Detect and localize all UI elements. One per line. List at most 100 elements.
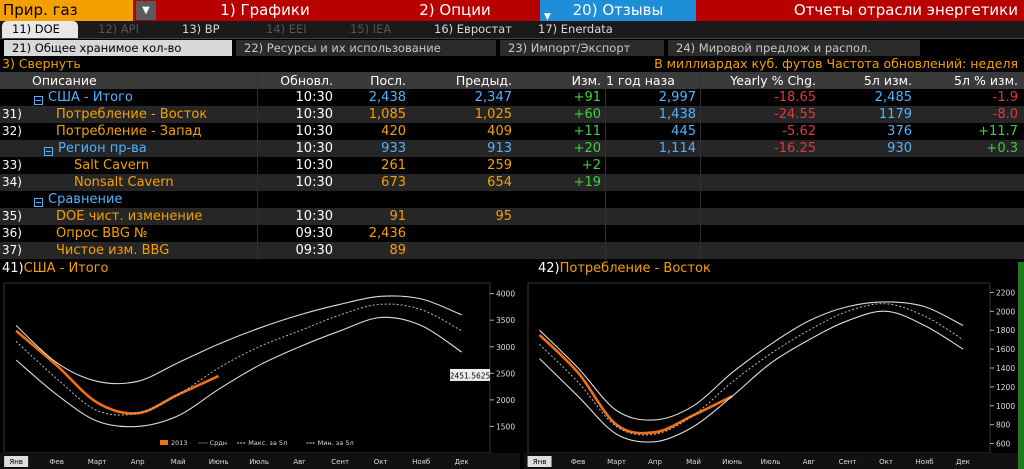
col-updated[interactable]: Обновл. xyxy=(258,72,333,89)
row-description[interactable]: Чистое изм. BBG xyxy=(56,242,169,259)
tab-eurostat[interactable]: 16) Евростат xyxy=(424,21,524,38)
col-desc[interactable]: Описание xyxy=(32,72,97,89)
row-number: 34) xyxy=(2,175,22,189)
column-divider xyxy=(700,72,701,260)
row-change: +60 xyxy=(573,107,601,122)
table-row[interactable]: 33) Salt Cavern 10:30 261 259 +2 xyxy=(0,157,1024,174)
x-tick-label: Фев xyxy=(49,458,63,466)
row-prev: 95 xyxy=(495,209,512,224)
row-change: +20 xyxy=(573,141,601,156)
row-description[interactable]: Потребление - Восток xyxy=(56,106,207,123)
row-description[interactable]: Salt Cavern xyxy=(74,157,149,174)
x-tick-label: Дек xyxy=(455,458,469,466)
collapse-link[interactable]: 3) Свернуть xyxy=(2,56,81,71)
x-tick-label: Март xyxy=(88,458,107,466)
tab-enerdata[interactable]: 17) Enerdata xyxy=(528,21,628,38)
chart-left-number: 41) xyxy=(2,261,24,276)
x-tick-label: Сент xyxy=(331,458,349,466)
row-updated: 10:30 xyxy=(295,158,333,173)
table-row[interactable]: 32) Потребление - Запад 10:30 420 409 +11 445 -… xyxy=(0,123,1024,140)
col-last[interactable]: Посл. xyxy=(340,72,406,89)
row-last: 933 xyxy=(381,141,406,156)
row-description[interactable]: Потребление - Запад xyxy=(56,123,202,140)
sub-tabs: 21) Общее хранимое кол-во 22) Ресурсы и … xyxy=(0,38,1024,56)
table-row[interactable]: 31) Потребление - Восток 10:30 1,085 1,025 +6… xyxy=(0,106,1024,123)
row-number: 32) xyxy=(2,124,22,138)
y-tick-label: 600 xyxy=(996,440,1011,449)
legend-label: Мин. за 5л xyxy=(318,439,354,447)
row-yearly-chg: -16.25 xyxy=(774,141,816,156)
row-change: +2 xyxy=(581,158,601,173)
col-yearly-chg[interactable]: Yearly % Chg. xyxy=(698,72,816,89)
tab-bp[interactable]: 13) BP xyxy=(172,21,252,38)
y-tick-label: 1800 xyxy=(996,326,1015,335)
table-row[interactable]: 36) Опрос BBG № 09:30 2,436 xyxy=(0,225,1024,242)
info-bar: 3) Свернуть В миллиардах куб. футов Част… xyxy=(0,56,1024,71)
x-tick-label: Апр xyxy=(131,458,145,466)
menu-feedback[interactable]: ▼ 20) Отзывы xyxy=(540,0,696,22)
col-prev[interactable]: Предыд. xyxy=(420,72,512,89)
subtab-import-export[interactable]: 23) Импорт/Экспорт xyxy=(500,40,664,56)
row-description[interactable]: Сравнение xyxy=(48,191,122,208)
row-description[interactable]: США - Итого xyxy=(48,89,133,106)
row-description[interactable]: Опрос BBG № xyxy=(56,225,148,242)
row-description[interactable]: DOE чист. изменение xyxy=(56,208,202,225)
row-year-ago: 445 xyxy=(671,124,696,139)
row-updated: 10:30 xyxy=(295,141,333,156)
column-divider xyxy=(605,72,606,260)
col-5y[interactable]: 5л изм. xyxy=(822,72,912,89)
x-tick-label: Июль xyxy=(249,458,269,466)
chart-left-title[interactable]: 41)США - Итого xyxy=(2,261,109,277)
scrollbar[interactable] xyxy=(1018,262,1024,469)
row-last: 89 xyxy=(389,243,406,258)
subtab-total-storage[interactable]: 21) Общее хранимое кол-во xyxy=(4,40,232,56)
menu-options[interactable]: 2) Опции xyxy=(380,0,530,21)
asset-selector[interactable]: Прир. газ xyxy=(0,0,133,21)
table-row[interactable]: Сравнение xyxy=(0,191,1024,208)
row-description[interactable]: Регион пр-ва xyxy=(58,140,147,157)
row-updated: 10:30 xyxy=(295,124,333,139)
table-row[interactable]: 35) DOE чист. изменение 10:30 91 95 xyxy=(0,208,1024,225)
table-row[interactable]: США - Итого 10:30 2,438 2,347 +91 2,997 -18.65… xyxy=(0,89,1024,106)
y-tick-label: 1400 xyxy=(996,364,1015,373)
col-5y-pct[interactable]: 5л % изм. xyxy=(918,72,1018,89)
row-5y: 376 xyxy=(887,124,912,139)
asset-dropdown-icon[interactable]: ▼ xyxy=(136,1,156,20)
chart-right-number: 42) xyxy=(538,261,560,276)
row-updated: 10:30 xyxy=(295,175,333,190)
menu-graphs[interactable]: 1) Графики xyxy=(160,0,370,21)
row-change: +19 xyxy=(573,175,601,190)
column-divider xyxy=(257,72,258,260)
row-description[interactable]: Nonsalt Cavern xyxy=(74,174,174,191)
tab-iea[interactable]: 15) IEA xyxy=(340,21,420,38)
x-tick-label: Дек xyxy=(956,458,970,466)
y-tick-label: 3000 xyxy=(496,343,515,352)
table-header: Описание Обновл. Посл. Предыд. Изм. 1 го… xyxy=(0,72,1024,89)
y-tick-label: 1500 xyxy=(496,422,515,431)
subtab-world-supply[interactable]: 24) Мировой предлож и распол. xyxy=(668,40,920,56)
y-tick-label: 4000 xyxy=(496,290,515,299)
table-row[interactable]: 34) Nonsalt Cavern 10:30 673 654 +19 xyxy=(0,174,1024,191)
subtab-resources[interactable]: 22) Ресурсы и их использование xyxy=(236,40,496,56)
col-chg[interactable]: Изм. xyxy=(525,72,601,89)
row-last: 673 xyxy=(381,175,406,190)
tab-api[interactable]: 12) API xyxy=(88,21,168,38)
y-tick-label: 800 xyxy=(996,421,1011,430)
tab-doe[interactable]: 11) DOE xyxy=(2,21,78,38)
chart-right[interactable]: 600 800 1000 1200 1400 1600 1800 2000 2200 Янв Фев… xyxy=(524,277,1018,469)
table-row[interactable]: 37) Чистое изм. BBG 09:30 89 xyxy=(0,242,1024,259)
chart-left-label: США - Итого xyxy=(23,261,109,276)
row-5y-pct: +0.3 xyxy=(986,141,1018,156)
col-year-ago[interactable]: 1 год наза xyxy=(606,72,675,89)
row-5y: 1179 xyxy=(878,107,912,122)
y-tick-label: 2200 xyxy=(996,288,1015,297)
row-5y-pct: +11.7 xyxy=(978,124,1018,139)
table-row[interactable]: Регион пр-ва 10:30 933 913 +20 1,114 -16.25 930… xyxy=(0,140,1024,157)
tab-eei[interactable]: 14) EEI xyxy=(256,21,336,38)
chart-right-title[interactable]: 42)Потребление - Восток xyxy=(538,261,711,277)
x-tick-label: Июнь xyxy=(209,458,229,466)
row-yearly-chg: -18.65 xyxy=(774,90,816,105)
row-last: 261 xyxy=(381,158,406,173)
chart-left[interactable]: 1500 2000 2500 3000 3500 4000 Янв Фев Март Апр Май… xyxy=(0,277,520,469)
row-year-ago: 2,997 xyxy=(658,90,696,105)
